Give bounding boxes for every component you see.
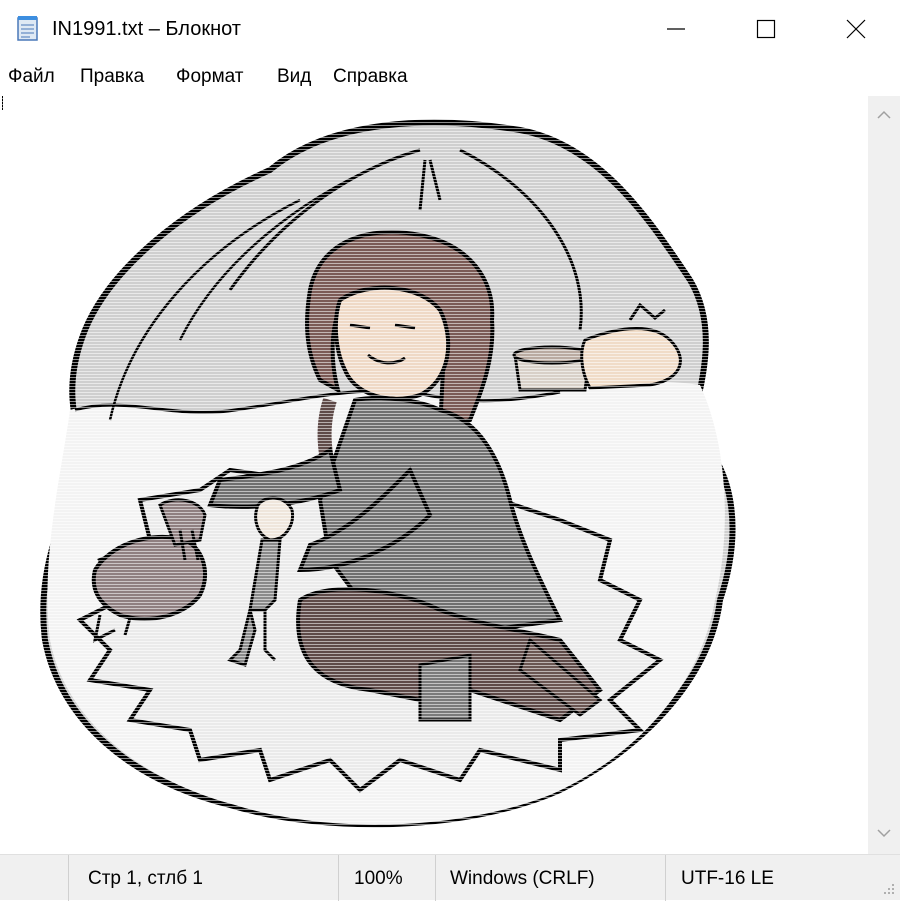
line-endings: Windows (CRLF) [450, 868, 595, 889]
status-separator [435, 855, 436, 901]
status-separator [338, 855, 339, 901]
scroll-up-button[interactable] [868, 100, 900, 132]
status-bar: Стр 1, стлб 1 100% Windows (CRLF) UTF-16… [0, 854, 900, 901]
menu-file[interactable]: Файл [8, 65, 55, 89]
close-icon [846, 19, 866, 39]
ascii-art-image [0, 96, 868, 854]
minimize-button[interactable] [630, 0, 722, 58]
encoding: UTF-16 LE [681, 868, 774, 889]
chevron-down-icon [877, 825, 891, 843]
vertical-scrollbar[interactable] [868, 96, 900, 854]
menu-help[interactable]: Справка [333, 65, 408, 89]
scroll-down-button[interactable] [868, 818, 900, 850]
window-title: IN1991.txt – Блокнот [52, 18, 241, 40]
minimize-icon [666, 19, 686, 39]
maximize-icon [756, 19, 776, 39]
close-button[interactable] [810, 0, 900, 58]
maximize-button[interactable] [720, 0, 812, 58]
cursor-position: Стр 1, стлб 1 [88, 868, 203, 889]
menu-view[interactable]: Вид [277, 65, 311, 89]
chevron-up-icon [877, 107, 891, 125]
notepad-icon [15, 15, 41, 41]
menu-edit[interactable]: Правка [80, 65, 144, 89]
title-bar[interactable]: IN1991.txt – Блокнот [0, 0, 900, 58]
resize-grip-icon[interactable] [882, 882, 896, 896]
status-separator [665, 855, 666, 901]
menu-format[interactable]: Формат [176, 65, 244, 89]
status-separator [68, 855, 69, 901]
text-editor[interactable] [0, 96, 868, 854]
menu-bar: Файл Правка Формат Вид Справка [0, 58, 900, 96]
zoom-level: 100% [354, 868, 403, 889]
